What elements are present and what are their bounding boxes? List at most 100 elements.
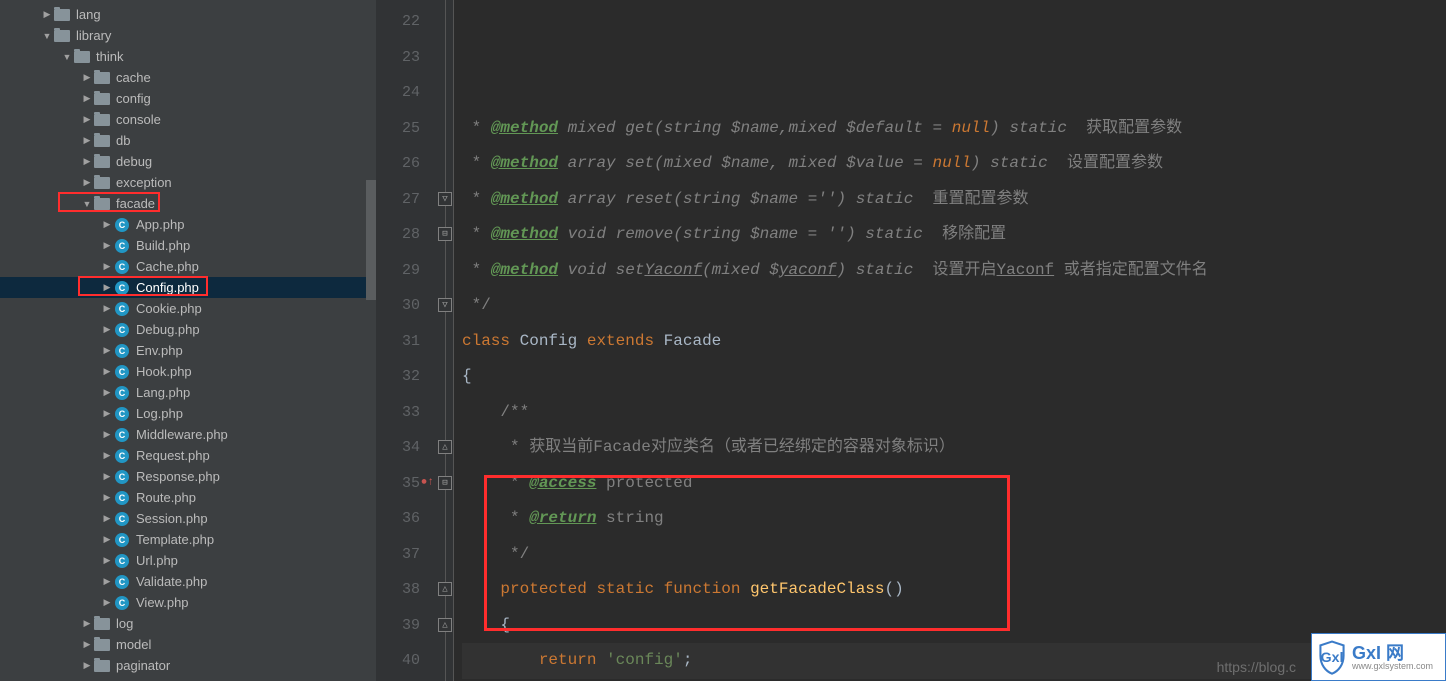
code-area[interactable]: * @method mixed get(string $name,mixed $… (454, 0, 1446, 681)
tree-file[interactable]: Hook.php (0, 361, 376, 382)
chevron-right-icon[interactable] (100, 219, 114, 230)
chevron-down-icon[interactable] (60, 52, 74, 62)
chevron-right-icon[interactable] (100, 408, 114, 419)
tree-folder[interactable]: cache (0, 67, 376, 88)
chevron-right-icon[interactable] (100, 324, 114, 335)
code-editor[interactable]: 2223242526272829303132333435●↑3637383940… (376, 0, 1446, 681)
code-line[interactable]: protected static function getFacadeClass… (462, 572, 1446, 608)
chevron-right-icon[interactable] (100, 576, 114, 587)
tree-folder[interactable]: config (0, 88, 376, 109)
folder-icon (94, 196, 110, 212)
code-line[interactable]: class Config extends Facade (462, 324, 1446, 360)
fold-marker-icon[interactable]: △ (438, 582, 452, 596)
tree-file[interactable]: Debug.php (0, 319, 376, 340)
chevron-down-icon[interactable] (40, 31, 54, 41)
chevron-right-icon[interactable] (80, 660, 94, 671)
tree-file[interactable]: Cookie.php (0, 298, 376, 319)
fold-marker-icon[interactable]: △ (438, 618, 452, 632)
chevron-right-icon[interactable] (100, 450, 114, 461)
php-file-icon (114, 448, 130, 464)
svg-text:Gxl: Gxl (1321, 649, 1344, 665)
tree-file[interactable]: View.php (0, 592, 376, 613)
tree-file[interactable]: Session.php (0, 508, 376, 529)
fold-marker-icon[interactable]: ⊟ (438, 227, 452, 241)
sidebar-scroll-thumb[interactable] (366, 180, 376, 300)
chevron-right-icon[interactable] (100, 261, 114, 272)
tree-file[interactable]: Validate.php (0, 571, 376, 592)
tree-folder[interactable]: exception (0, 172, 376, 193)
tree-file[interactable]: App.php (0, 214, 376, 235)
tree-folder[interactable]: lang (0, 4, 376, 25)
chevron-right-icon[interactable] (100, 555, 114, 566)
chevron-right-icon[interactable] (80, 135, 94, 146)
chevron-right-icon[interactable] (100, 534, 114, 545)
tree-folder[interactable]: log (0, 613, 376, 634)
code-line[interactable]: */ (462, 537, 1446, 573)
chevron-right-icon[interactable] (100, 366, 114, 377)
code-line[interactable]: * 获取当前Facade对应类名（或者已经绑定的容器对象标识） (462, 430, 1446, 466)
chevron-right-icon[interactable] (80, 72, 94, 83)
chevron-right-icon[interactable] (100, 240, 114, 251)
tree-file[interactable]: Route.php (0, 487, 376, 508)
chevron-right-icon[interactable] (100, 429, 114, 440)
tree-folder[interactable]: model (0, 634, 376, 655)
chevron-right-icon[interactable] (80, 639, 94, 650)
fold-column[interactable]: ▽ ⊟ ▽ △ ⊟ △ △ (438, 0, 454, 681)
tree-file[interactable]: Log.php (0, 403, 376, 424)
code-line[interactable]: { (462, 359, 1446, 395)
site-logo: Gxl GxI 网 www.gxlsystem.com (1311, 633, 1446, 681)
chevron-right-icon[interactable] (100, 387, 114, 398)
code-line[interactable]: * @method array set(mixed $name, mixed $… (462, 146, 1446, 182)
chevron-right-icon[interactable] (100, 345, 114, 356)
chevron-right-icon[interactable] (100, 513, 114, 524)
tree-file[interactable]: Cache.php (0, 256, 376, 277)
chevron-right-icon[interactable] (80, 618, 94, 629)
chevron-right-icon[interactable] (100, 303, 114, 314)
tree-folder[interactable]: console (0, 109, 376, 130)
chevron-right-icon[interactable] (40, 9, 54, 20)
code-line[interactable]: return 'config'; (462, 643, 1446, 679)
tree-file[interactable]: Env.php (0, 340, 376, 361)
chevron-right-icon[interactable] (100, 471, 114, 482)
chevron-right-icon[interactable] (80, 114, 94, 125)
code-line[interactable]: { (462, 608, 1446, 644)
fold-marker-icon[interactable]: ⊟ (438, 476, 452, 490)
tree-folder[interactable]: library (0, 25, 376, 46)
tree-file[interactable]: Template.php (0, 529, 376, 550)
chevron-down-icon[interactable] (80, 199, 94, 209)
fold-marker-icon[interactable]: ▽ (438, 192, 452, 206)
code-line[interactable]: * @method void setYaconf(mixed $yaconf) … (462, 253, 1446, 289)
code-line[interactable]: */ (462, 288, 1446, 324)
sidebar-scrollbar[interactable] (366, 0, 376, 681)
tree-file[interactable]: Request.php (0, 445, 376, 466)
tree-file[interactable]: Lang.php (0, 382, 376, 403)
project-tree-sidebar[interactable]: langlibrarythinkcacheconfigconsoledbdebu… (0, 0, 376, 681)
line-number: 25 (376, 111, 420, 147)
tree-item-label: Cookie.php (136, 301, 202, 316)
chevron-right-icon[interactable] (80, 156, 94, 167)
chevron-right-icon[interactable] (100, 492, 114, 503)
fold-marker-icon[interactable]: △ (438, 440, 452, 454)
tree-folder[interactable]: facade (0, 193, 376, 214)
code-line[interactable]: * @method mixed get(string $name,mixed $… (462, 111, 1446, 147)
line-number: 29 (376, 253, 420, 289)
code-line[interactable]: * @method void remove(string $name = '')… (462, 217, 1446, 253)
tree-folder[interactable]: db (0, 130, 376, 151)
tree-file[interactable]: Response.php (0, 466, 376, 487)
code-line[interactable]: /** (462, 395, 1446, 431)
tree-folder[interactable]: debug (0, 151, 376, 172)
fold-marker-icon[interactable]: ▽ (438, 298, 452, 312)
chevron-right-icon[interactable] (100, 282, 114, 293)
tree-file[interactable]: Config.php (0, 277, 376, 298)
tree-file[interactable]: Url.php (0, 550, 376, 571)
tree-file[interactable]: Build.php (0, 235, 376, 256)
chevron-right-icon[interactable] (80, 93, 94, 104)
code-line[interactable]: * @access protected (462, 466, 1446, 502)
tree-folder[interactable]: paginator (0, 655, 376, 676)
code-line[interactable]: * @method array reset(string $name ='') … (462, 182, 1446, 218)
tree-file[interactable]: Middleware.php (0, 424, 376, 445)
chevron-right-icon[interactable] (100, 597, 114, 608)
tree-folder[interactable]: think (0, 46, 376, 67)
chevron-right-icon[interactable] (80, 177, 94, 188)
code-line[interactable]: * @return string (462, 501, 1446, 537)
